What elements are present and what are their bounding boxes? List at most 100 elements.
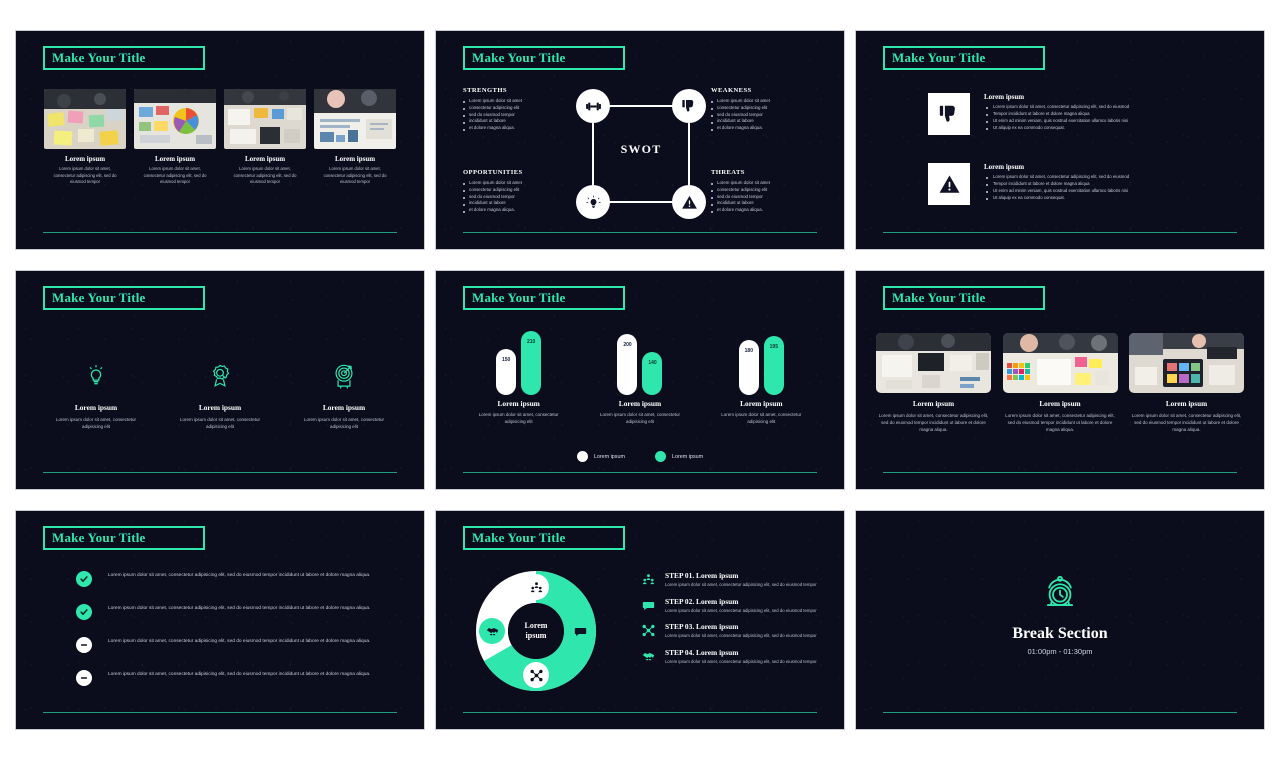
check-circle-icon[interactable]	[76, 571, 92, 587]
list-item[interactable]: Lorem ipsum Lorem ipsum dolor sit amet, …	[288, 363, 400, 431]
row-item: Ut enim ad minim veniam, quis nostrud ex…	[984, 188, 1229, 195]
step-text-block: STEP 04. Lorem ipsum Lorem ipsum dolor s…	[665, 648, 817, 666]
lightbulb-outline-icon	[89, 365, 103, 385]
slide-two-icon-rows[interactable]: Make Your Title Lorem ipsum Lorem ipsum …	[855, 30, 1265, 250]
check-circle-icon[interactable]	[76, 604, 92, 620]
slide-photo-grid-4[interactable]: Make Your Title Lorem ipsum Lorem ipsum …	[15, 30, 425, 250]
legend-swatch	[576, 451, 588, 462]
list-item[interactable]: Lorem ipsum dolor sit amet, consectetur …	[76, 604, 379, 620]
slide-break-section[interactable]: Break Section 01:00pm - 01:30pm	[855, 510, 1265, 730]
step-text-block: STEP 01. Lorem ipsum Lorem ipsum dolor s…	[665, 571, 817, 589]
list-item: Lorem ipsum Lorem ipsum dolor sit amet, …	[706, 399, 816, 425]
photo-caption: Lorem ipsum	[912, 400, 955, 408]
list-item[interactable]: Lorem ipsum dolor sit amet, consectetur …	[76, 637, 379, 653]
footer-rule	[883, 472, 1237, 473]
slide-swot[interactable]: Make Your Title STRENGTHS Lorem ipsum do…	[435, 30, 845, 250]
list-item[interactable]: Lorem ipsum Lorem ipsum dolor sit amet, …	[40, 363, 152, 431]
bar-caption: Lorem ipsum	[740, 399, 783, 408]
bar-chart: 150 210 200 140 180 195	[458, 325, 822, 395]
card-text: Lorem ipsum dolor sit amet, consectetur …	[143, 166, 207, 185]
step-text: Lorem ipsum dolor sit amet, consectetur …	[665, 633, 817, 639]
slide-three-icons[interactable]: Make Your Title Lorem ipsum Lorem ipsum …	[15, 270, 425, 490]
footer-rule	[463, 232, 817, 233]
bar-series-1[interactable]: 200	[617, 334, 638, 395]
swot-item: et dolore magna aliqua.	[463, 207, 571, 214]
page-title: Make Your Title	[892, 50, 986, 65]
bar-series-1[interactable]: 150	[496, 349, 517, 395]
list-item[interactable]: STEP 02. Lorem ipsum Lorem ipsum dolor s…	[641, 597, 826, 615]
list-item[interactable]: Lorem ipsum Lorem ipsum dolor sit amet, …	[44, 89, 126, 186]
bar-series-1[interactable]: 180	[738, 340, 759, 395]
break-time: 01:00pm - 01:30pm	[1027, 647, 1093, 656]
blueprint-meeting-photo	[314, 89, 396, 149]
step-heading: STEP 01. Lorem ipsum	[665, 571, 739, 580]
row-text-block: Lorem ipsum Lorem ipsum dolor sit amet, …	[984, 93, 1229, 132]
bar-value-label: 150	[501, 357, 511, 363]
page-title: Make Your Title	[52, 50, 146, 65]
network-nodes-icon[interactable]	[523, 662, 549, 688]
card-caption: Lorem ipsum	[154, 155, 196, 163]
bar-series-2[interactable]: 195	[763, 336, 784, 395]
swot-item: consectetur adipiscing elit	[711, 187, 819, 194]
step-text-block: STEP 03. Lorem ipsum Lorem ipsum dolor s…	[665, 622, 817, 640]
people-group-icon[interactable]	[523, 574, 549, 600]
swot-item: Lorem ipsum dolor sit amet	[711, 98, 819, 105]
list-item[interactable]: Lorem ipsum Lorem ipsum dolor sit amet, …	[164, 363, 276, 431]
bar-value-label: 200	[623, 342, 632, 348]
legend-item[interactable]: Lorem ipsum	[576, 451, 625, 462]
checklist: Lorem ipsum dolor sit amet, consectetur …	[76, 571, 379, 703]
warning-triangle-icon[interactable]	[672, 185, 706, 219]
checklist-text: Lorem ipsum dolor sit amet, consectetur …	[108, 672, 371, 677]
chat-bubble-icon[interactable]	[567, 618, 593, 644]
slide-bar-chart[interactable]: Make Your Title 150 210 200 140 180 195 …	[435, 270, 845, 490]
dumbbell-icon[interactable]	[576, 89, 610, 123]
lightbulb-icon[interactable]	[576, 185, 610, 219]
list-item[interactable]: Lorem ipsum Lorem ipsum dolor sit amet, …	[1129, 333, 1244, 434]
row-item: Ut enim ad minim veniam, quis nostrud ex…	[984, 118, 1229, 125]
legend-item[interactable]: Lorem ipsum	[655, 451, 703, 462]
minus-circle-icon[interactable]	[76, 670, 92, 686]
row-item: Tempor incididunt ut labore et dolore ma…	[984, 181, 1229, 188]
bar-series-2[interactable]: 140	[642, 352, 663, 395]
slide-three-photos[interactable]: Make Your Title Lorem ipsum Lorem ipsum …	[855, 270, 1265, 490]
list-item[interactable]: Lorem ipsum Lorem ipsum dolor sit amet, …	[1002, 333, 1118, 434]
handshake-icon[interactable]	[479, 618, 505, 644]
list-item[interactable]: Lorem ipsum Lorem ipsum dolor sit amet, …	[134, 89, 216, 186]
list-item[interactable]: Lorem ipsum dolor sit amet, consectetur …	[76, 571, 379, 587]
legend-label: Lorem ipsum	[672, 453, 704, 460]
checklist-text: Lorem ipsum dolor sit amet, consectetur …	[108, 606, 371, 611]
bar-series-2[interactable]: 210	[521, 331, 542, 395]
page-title: Make Your Title	[472, 290, 566, 305]
swot-quadrant-strengths: STRENGTHS Lorem ipsum dolor sit amet con…	[463, 87, 571, 132]
footer-rule	[883, 712, 1237, 713]
bar-value-label: 180	[744, 348, 753, 354]
donut-chart: Lorem ipsum	[476, 571, 596, 691]
bar-group: 180 195	[711, 325, 811, 395]
slide-checklist[interactable]: Make Your Title Lorem ipsum dolor sit am…	[15, 510, 425, 730]
list-item[interactable]: Lorem ipsum Lorem ipsum dolor sit amet, …	[314, 89, 396, 186]
thumbs-down-icon[interactable]	[672, 89, 706, 123]
swot-item: sed do eiusmod tempor	[463, 112, 571, 119]
list-item[interactable]: STEP 03. Lorem ipsum Lorem ipsum dolor s…	[641, 622, 826, 640]
slide-donut-steps[interactable]: Make Your Title Lorem ipsum STEP 01. Lor…	[435, 510, 845, 730]
bar-value-label: 140	[648, 360, 657, 366]
feature-caption: Lorem ipsum	[198, 403, 242, 412]
list-item[interactable]: STEP 04. Lorem ipsum Lorem ipsum dolor s…	[641, 648, 826, 666]
swot-link-bottom	[606, 201, 676, 203]
minus-circle-icon[interactable]	[76, 637, 92, 653]
list-item[interactable]: Lorem ipsum dolor sit amet, consectetur …	[76, 670, 379, 686]
photo-card-list: Lorem ipsum Lorem ipsum dolor sit amet, …	[34, 89, 406, 186]
list-item[interactable]: STEP 01. Lorem ipsum Lorem ipsum dolor s…	[641, 571, 826, 589]
list-item[interactable]: Lorem ipsum Lorem ipsum dolor sit amet, …	[224, 89, 306, 186]
bar-value-label: 210	[526, 339, 536, 345]
swot-heading: WEAKNESS	[711, 87, 752, 94]
bar-group: 150 210	[469, 325, 569, 395]
row-heading: Lorem ipsum	[984, 93, 1025, 101]
tablet-ui-design-photo	[1129, 333, 1244, 393]
step-list: STEP 01. Lorem ipsum Lorem ipsum dolor s…	[641, 571, 826, 674]
list-item[interactable]: Lorem ipsum Lorem ipsum dolor sit amet, …	[876, 333, 991, 434]
desk-wireframes-photo	[224, 89, 306, 149]
list-item[interactable]: Lorem ipsum Lorem ipsum dolor sit amet, …	[928, 163, 1229, 205]
list-item[interactable]: Lorem ipsum Lorem ipsum dolor sit amet, …	[928, 93, 1229, 135]
swot-item: et dolore magna aliqua.	[711, 207, 819, 214]
